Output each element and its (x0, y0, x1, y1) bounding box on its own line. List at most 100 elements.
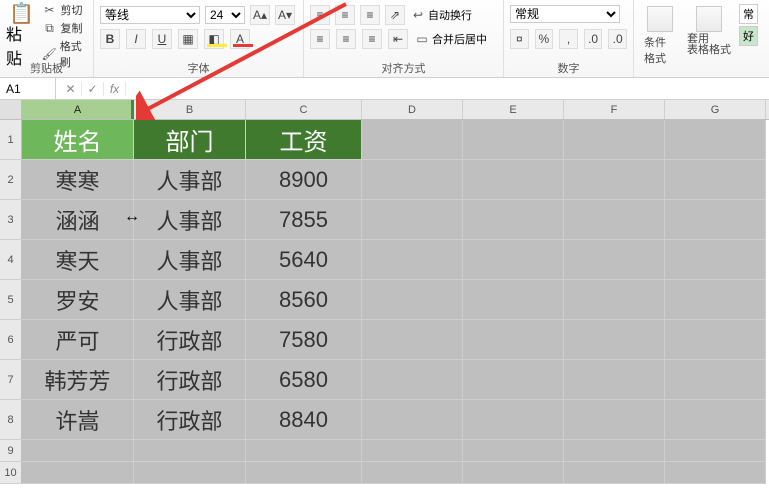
cell[interactable] (665, 400, 766, 440)
cell[interactable] (564, 440, 665, 462)
row-header[interactable]: 3 (0, 200, 22, 240)
cell[interactable] (665, 462, 766, 484)
col-header-D[interactable]: D (362, 100, 463, 119)
cell[interactable] (564, 280, 665, 320)
cell[interactable] (564, 160, 665, 200)
percent-button[interactable]: % (535, 29, 554, 49)
cell[interactable] (665, 120, 766, 160)
cell[interactable] (362, 400, 463, 440)
cell[interactable]: 8840 (246, 400, 362, 440)
cell[interactable] (362, 462, 463, 484)
cell[interactable] (665, 440, 766, 462)
name-box[interactable]: A1 (0, 78, 56, 99)
cell[interactable] (463, 160, 564, 200)
cell[interactable]: 寒寒 (22, 160, 134, 200)
cell[interactable]: 行政部 (134, 400, 246, 440)
inc-decimal-button[interactable]: .0 (584, 29, 603, 49)
cell[interactable]: 许嵩 (22, 400, 134, 440)
cell[interactable]: 部门 (134, 120, 246, 160)
col-header-F[interactable]: F (564, 100, 665, 119)
cell[interactable] (463, 360, 564, 400)
cell[interactable] (22, 440, 134, 462)
cell[interactable]: 工资 (246, 120, 362, 160)
cell[interactable] (564, 320, 665, 360)
cell[interactable] (463, 240, 564, 280)
wrap-text-button[interactable]: ↩自动换行 (410, 7, 472, 23)
cancel-icon[interactable]: ✕ (60, 82, 82, 96)
cell[interactable]: 韩芳芳 (22, 360, 134, 400)
indent-dec-button[interactable]: ⇤ (388, 29, 408, 49)
cell[interactable] (362, 320, 463, 360)
cell[interactable]: 人事部 (134, 200, 246, 240)
cell[interactable] (665, 160, 766, 200)
cell[interactable]: 姓名 (22, 120, 134, 160)
cell[interactable] (665, 200, 766, 240)
cell[interactable]: 7855 (246, 200, 362, 240)
select-all-corner[interactable] (0, 100, 22, 119)
cell[interactable]: 罗安 (22, 280, 134, 320)
cell[interactable]: 行政部 (134, 320, 246, 360)
cell[interactable] (463, 280, 564, 320)
cell[interactable] (134, 440, 246, 462)
cell[interactable] (362, 120, 463, 160)
cell[interactable] (246, 440, 362, 462)
cell[interactable]: 严可 (22, 320, 134, 360)
cell[interactable] (665, 280, 766, 320)
row-header[interactable]: 10 (0, 462, 22, 484)
cell[interactable] (564, 462, 665, 484)
cell[interactable] (665, 360, 766, 400)
cell[interactable]: 人事部 (134, 280, 246, 320)
cell[interactable] (564, 240, 665, 280)
row-header[interactable]: 5 (0, 280, 22, 320)
cell[interactable] (564, 120, 665, 160)
align-right-button[interactable]: ≡ (362, 29, 382, 49)
style-normal[interactable]: 常 (739, 4, 758, 24)
cell[interactable]: 涵涵 (22, 200, 134, 240)
row-header[interactable]: 6 (0, 320, 22, 360)
cell[interactable]: 寒天 (22, 240, 134, 280)
fx-icon[interactable]: fx (104, 82, 126, 96)
cell[interactable] (22, 462, 134, 484)
cell[interactable] (463, 120, 564, 160)
cell[interactable] (463, 400, 564, 440)
cell[interactable] (564, 200, 665, 240)
row-header[interactable]: 7 (0, 360, 22, 400)
copy-button[interactable]: ⧉复制 (42, 20, 88, 36)
row-header[interactable]: 4 (0, 240, 22, 280)
cell[interactable]: 行政部 (134, 360, 246, 400)
cell[interactable] (362, 240, 463, 280)
dec-decimal-button[interactable]: .0 (608, 29, 627, 49)
cell[interactable]: 8900 (246, 160, 362, 200)
cell[interactable] (463, 200, 564, 240)
number-format-select[interactable]: 常规 (510, 5, 620, 23)
enter-icon[interactable]: ✓ (82, 82, 104, 96)
cell[interactable] (134, 462, 246, 484)
cell[interactable]: 人事部 (134, 240, 246, 280)
cell[interactable]: 6580 (246, 360, 362, 400)
row-header[interactable]: 1 (0, 120, 22, 160)
row-header[interactable]: 8 (0, 400, 22, 440)
cell[interactable]: 8560 (246, 280, 362, 320)
col-header-G[interactable]: G (665, 100, 766, 119)
cell[interactable] (463, 462, 564, 484)
bold-button[interactable]: B (100, 29, 120, 49)
orientation-button[interactable]: ⇗ (385, 5, 405, 25)
cell[interactable] (463, 440, 564, 462)
cell[interactable] (362, 160, 463, 200)
table-format-button[interactable]: 套用 表格格式 (683, 4, 735, 68)
cell[interactable]: 人事部 (134, 160, 246, 200)
col-header-A[interactable]: A (22, 100, 134, 119)
conditional-format-button[interactable]: 条件格式 (640, 4, 679, 68)
cell[interactable] (665, 320, 766, 360)
cell[interactable] (463, 320, 564, 360)
paste-button[interactable]: 📋 粘贴 (6, 5, 38, 45)
cell[interactable] (362, 280, 463, 320)
cell[interactable] (246, 462, 362, 484)
merge-center-button[interactable]: ▭合并后居中 (414, 31, 487, 47)
col-header-E[interactable]: E (463, 100, 564, 119)
cell[interactable] (362, 360, 463, 400)
row-header[interactable]: 2 (0, 160, 22, 200)
cell[interactable] (362, 440, 463, 462)
style-good[interactable]: 好 (739, 26, 758, 46)
align-bottom-button[interactable]: ≡ (360, 5, 380, 25)
